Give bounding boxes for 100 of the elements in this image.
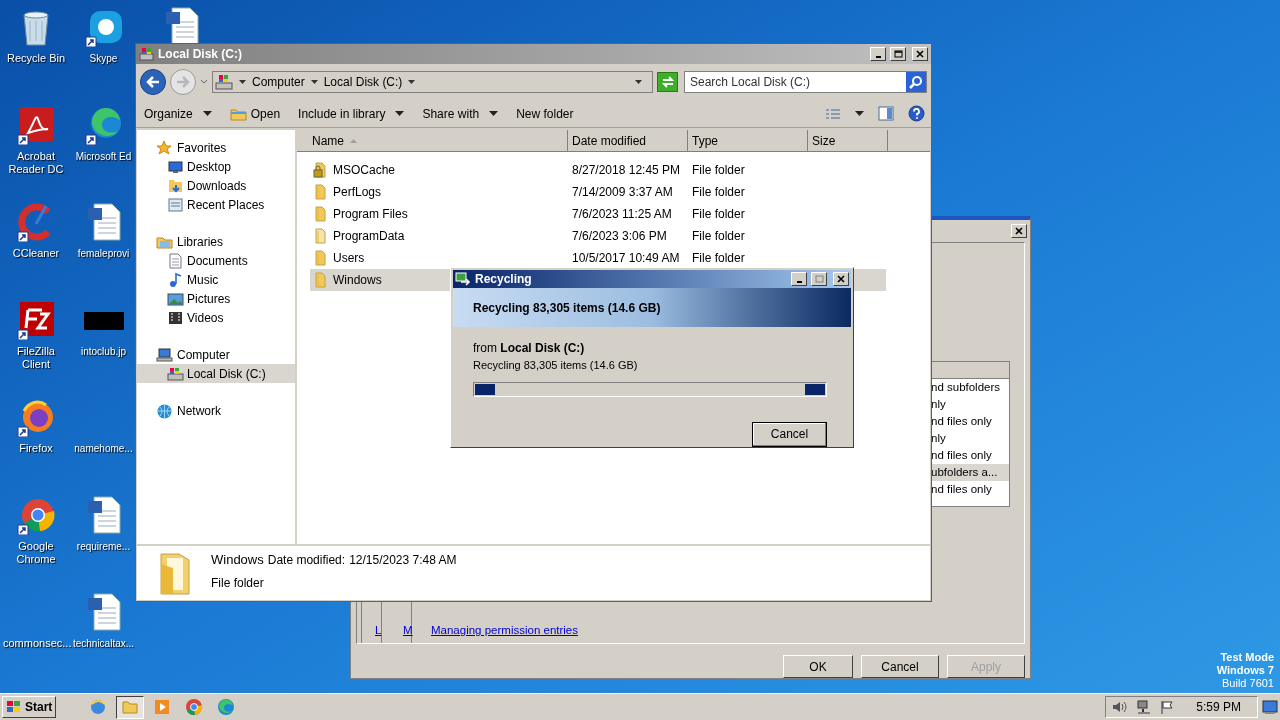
icon-label[interactable]: Skype (89, 52, 118, 65)
sort-arrow-icon (350, 138, 357, 143)
toolbar-button[interactable]: Open (227, 102, 283, 125)
view-options-button[interactable] (825, 107, 864, 120)
icon-label[interactable]: technicaltax... (72, 637, 135, 650)
nav-item[interactable]: Desktop (137, 157, 295, 176)
column-header[interactable]: Type (688, 130, 808, 151)
list-item[interactable]: nd files only (931, 447, 1009, 464)
cancel-button[interactable]: Cancel (752, 421, 827, 447)
refresh-button[interactable] (657, 72, 678, 92)
icon-label[interactable]: Microsoft Ed (75, 149, 132, 163)
address-bar[interactable]: Computer Local Disk (C:) (212, 71, 653, 93)
minimize-button[interactable] (791, 272, 807, 286)
search-field[interactable]: Search Local Disk (C:) (684, 71, 927, 93)
list-item[interactable]: ubfolders a... (931, 464, 1009, 481)
date-modified: 10/5/2017 10:49 AM (572, 251, 680, 265)
column-header[interactable]: Size (808, 130, 888, 151)
nav-item[interactable]: Recent Places (137, 195, 295, 214)
file-row[interactable]: Program Files 7/6/2023 11:25 AM File folder (310, 203, 886, 225)
folder-icon (313, 272, 328, 288)
item-type: File folder (211, 574, 265, 592)
column-header[interactable]: Name (297, 130, 568, 151)
nav-item[interactable]: Downloads (137, 176, 295, 195)
nav-item[interactable]: Music (137, 270, 295, 289)
globe-icon (156, 402, 173, 419)
file-row[interactable]: MSOCache 8/27/2018 12:45 PM File folder (310, 159, 886, 181)
folder-icon (313, 184, 328, 200)
link[interactable]: L (375, 622, 403, 640)
nav-item[interactable]: Network (137, 401, 295, 420)
show-desktop-icon[interactable] (1262, 700, 1278, 714)
dialog-button[interactable]: OK (783, 655, 853, 678)
icon-label[interactable]: commonsec... (1, 637, 71, 650)
icon-label[interactable]: Firefox (1, 442, 71, 455)
toolbar-button[interactable]: Organize (142, 102, 214, 125)
icon-label[interactable]: Acrobat Reader DC (1, 149, 71, 176)
toolbar-button[interactable]: Include in library (296, 102, 407, 125)
link[interactable]: M (403, 622, 431, 640)
icon-label[interactable]: CCleaner (1, 247, 71, 260)
close-button[interactable] (1011, 224, 1027, 238)
file-name: Program Files (333, 206, 408, 223)
breadcrumb-item[interactable]: Local Disk (C:) (323, 73, 403, 91)
folder-icon (313, 228, 328, 244)
list-item[interactable]: nd files only (931, 413, 1009, 430)
source-text: from Local Disk (C:) (473, 340, 586, 357)
dialog-button[interactable]: Cancel (861, 655, 939, 678)
breadcrumb-item[interactable]: Computer (252, 73, 305, 91)
list-item[interactable]: nly (931, 430, 1009, 447)
nav-item[interactable]: Documents (137, 251, 295, 270)
drive-icon (139, 47, 154, 61)
nav-item[interactable]: Favorites (137, 138, 295, 157)
list-item[interactable]: nd subfolders (931, 379, 1009, 396)
nav-item[interactable]: Pictures (137, 289, 295, 308)
nav-item[interactable]: Computer (137, 345, 295, 364)
icon-label[interactable]: Recycle Bin (1, 52, 71, 65)
preview-pane-icon[interactable] (878, 106, 894, 121)
browser-icon (217, 698, 236, 716)
caret-icon[interactable] (200, 79, 208, 85)
speaker-icon[interactable] (1112, 700, 1129, 714)
file-row[interactable]: ProgramData 7/6/2023 3:06 PM File folder (310, 225, 886, 247)
help-icon[interactable] (908, 105, 925, 122)
icon-label[interactable]: FileZilla Client (1, 344, 71, 371)
icon-label[interactable]: femaleprovi (77, 247, 130, 260)
recent-places-icon (167, 196, 184, 213)
toolbar-button[interactable]: Share with (420, 102, 501, 125)
file-name: MSOCache (333, 162, 396, 179)
close-button[interactable] (912, 47, 928, 61)
file-name: PerfLogs (333, 184, 382, 201)
file-row[interactable]: PerfLogs 7/14/2009 3:37 AM File folder (310, 181, 886, 203)
column-header[interactable]: Date modified (568, 130, 688, 151)
search-button[interactable] (906, 72, 926, 92)
minimize-button[interactable] (870, 47, 886, 61)
nav-item[interactable]: Libraries (137, 232, 295, 251)
flag-icon[interactable] (1160, 700, 1175, 714)
media-player-icon (153, 698, 172, 716)
recycle-progress-icon (455, 272, 471, 286)
folder-icon (313, 206, 328, 222)
nav-item[interactable]: Local Disk (C:) (137, 364, 295, 383)
dropdown-icon[interactable] (635, 79, 642, 85)
caret-icon[interactable] (239, 79, 246, 85)
icon-label[interactable]: Google Chrome (1, 539, 71, 566)
dialog-heading: Recycling 83,305 items (14.6 GB) (473, 299, 661, 317)
maximize-button[interactable] (890, 47, 906, 61)
close-icon (915, 50, 925, 58)
close-button[interactable] (833, 272, 849, 286)
list-item[interactable]: nd files only (931, 481, 1009, 498)
toolbar-button[interactable]: New folder (514, 102, 576, 125)
icon-label[interactable]: requireme... (76, 539, 131, 553)
taskbar-app-button[interactable] (116, 695, 145, 719)
maximize-button[interactable] (811, 272, 827, 286)
start-button[interactable]: Start (2, 696, 57, 718)
back-button[interactable] (140, 69, 166, 95)
nav-item[interactable]: Videos (137, 308, 295, 327)
network-icon[interactable] (1136, 700, 1153, 714)
icon-label[interactable]: namehome... (74, 442, 133, 455)
caret-icon[interactable] (408, 79, 416, 85)
file-row[interactable]: Users 10/5/2017 10:49 AM File folder (310, 247, 886, 269)
link[interactable]: Managing permission entries (431, 622, 579, 640)
icon-label[interactable]: intoclub.jp (81, 344, 126, 358)
list-item[interactable]: nly (931, 396, 1009, 413)
caret-icon[interactable] (310, 79, 318, 85)
